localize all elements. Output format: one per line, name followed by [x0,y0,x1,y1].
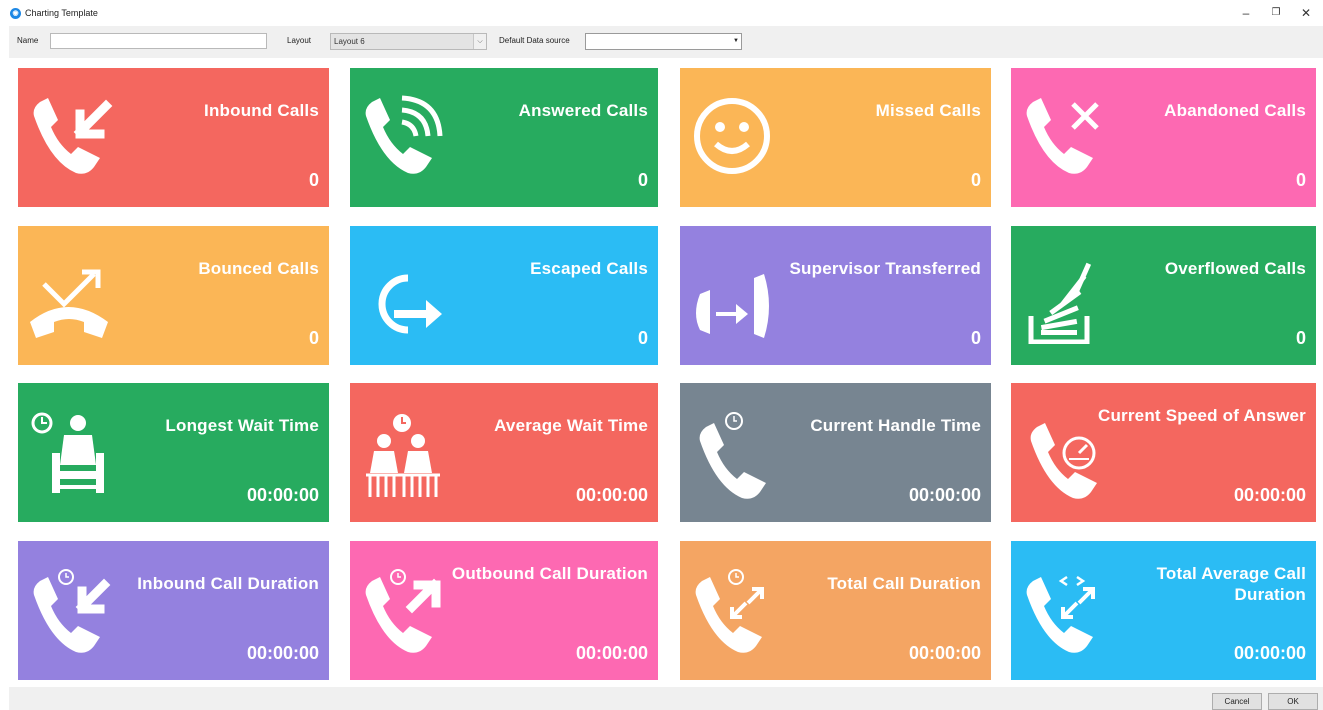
tile-title: Total Call Duration [827,574,981,593]
tile-title: Overflowed Calls [1164,259,1306,278]
tile-overflowed-calls[interactable]: Overflowed Calls 0 [1011,226,1316,365]
dialog-button-bar: Cancel OK [9,687,1323,710]
tile-value: 0 [637,328,648,348]
tile-value: 0 [308,170,319,190]
name-input[interactable] [50,33,267,49]
close-button[interactable]: ✕ [1293,4,1319,22]
datasource-select[interactable]: ▼ [585,33,742,50]
restore-button[interactable]: ❐ [1263,4,1289,22]
tile-value: 00:00:00 [1233,643,1306,663]
title-bar: ◉ Charting Template – ❐ ✕ [0,0,1323,26]
tile-value: 0 [1295,328,1306,348]
window-title: Charting Template [25,8,98,18]
tile-value: 0 [308,328,319,348]
tile-title: Longest Wait Time [165,416,319,435]
tile-inbound-calls[interactable]: Inbound Calls 0 [18,68,329,207]
tile-outbound-call-duration[interactable]: Outbound Call Duration 00:00:00 [350,541,658,680]
tile-value: 0 [637,170,648,190]
tile-value: 00:00:00 [908,643,981,663]
tile-title: Current Handle Time [810,416,981,435]
layout-label: Layout [287,36,312,45]
tile-abandoned-calls[interactable]: Abandoned Calls 0 [1011,68,1316,207]
tile-average-wait-time[interactable]: Average Wait Time 00:00:00 [350,383,658,522]
tile-title: Missed Calls [875,101,981,120]
tile-title: Average Wait Time [494,416,648,435]
tile-current-handle-time[interactable]: Current Handle Time 00:00:00 [680,383,991,522]
tile-title: Bounced Calls [198,259,319,278]
tile-value: 00:00:00 [246,485,319,505]
name-label: Name [17,36,39,45]
tile-answered-calls[interactable]: Answered Calls 0 [350,68,658,207]
ok-button[interactable]: OK [1268,693,1318,710]
chevron-down-icon: ⌵ [473,34,486,49]
tile-total-call-duration[interactable]: Total Call Duration 00:00:00 [680,541,991,680]
tile-bounced-calls[interactable]: Bounced Calls 0 [18,226,329,365]
tile-title: Current Speed of Answer [1097,406,1306,425]
tile-value: 00:00:00 [1233,485,1306,505]
charting-template-window: ◉ Charting Template – ❐ ✕ Name Layout La… [0,0,1323,710]
layout-select[interactable]: Layout 6 ⌵ [330,33,487,50]
layout-select-value: Layout 6 [334,37,365,46]
tile-value: 00:00:00 [908,485,981,505]
tile-escaped-calls[interactable]: Escaped Calls 0 [350,226,658,365]
tile-missed-calls[interactable]: Missed Calls 0 [680,68,991,207]
app-icon: ◉ [10,8,21,19]
tile-title: Answered Calls [518,101,648,120]
toolbar: Name Layout Layout 6 ⌵ Default Data sour… [9,26,1323,58]
tile-title: Total Average Call Duration [1156,564,1306,604]
tile-title: Supervisor Transferred [789,259,981,278]
tile-longest-wait-time[interactable]: Longest Wait Time 00:00:00 [18,383,329,522]
tile-title: Inbound Call Duration [137,574,319,593]
datasource-label: Default Data source [499,36,570,45]
tile-value: 00:00:00 [575,643,648,663]
tile-title: Escaped Calls [530,259,648,278]
tile-value: 0 [970,328,981,348]
tile-value: 00:00:00 [246,643,319,663]
tile-title: Outbound Call Duration [451,564,648,583]
cancel-button[interactable]: Cancel [1212,693,1262,710]
tile-total-average-call-duration[interactable]: Total Average Call Duration 00:00:00 [1011,541,1316,680]
tile-title: Inbound Calls [204,101,319,120]
tile-title: Abandoned Calls [1164,101,1306,120]
minimize-button[interactable]: – [1233,4,1259,22]
tile-value: 00:00:00 [575,485,648,505]
tile-current-speed-of-answer[interactable]: Current Speed of Answer 00:00:00 [1011,383,1316,522]
dropdown-arrow-icon: ▼ [733,38,739,44]
tile-value: 0 [1295,170,1306,190]
tile-value: 0 [970,170,981,190]
tile-inbound-call-duration[interactable]: Inbound Call Duration 00:00:00 [18,541,329,680]
tile-supervisor-transferred[interactable]: Supervisor Transferred 0 [680,226,991,365]
